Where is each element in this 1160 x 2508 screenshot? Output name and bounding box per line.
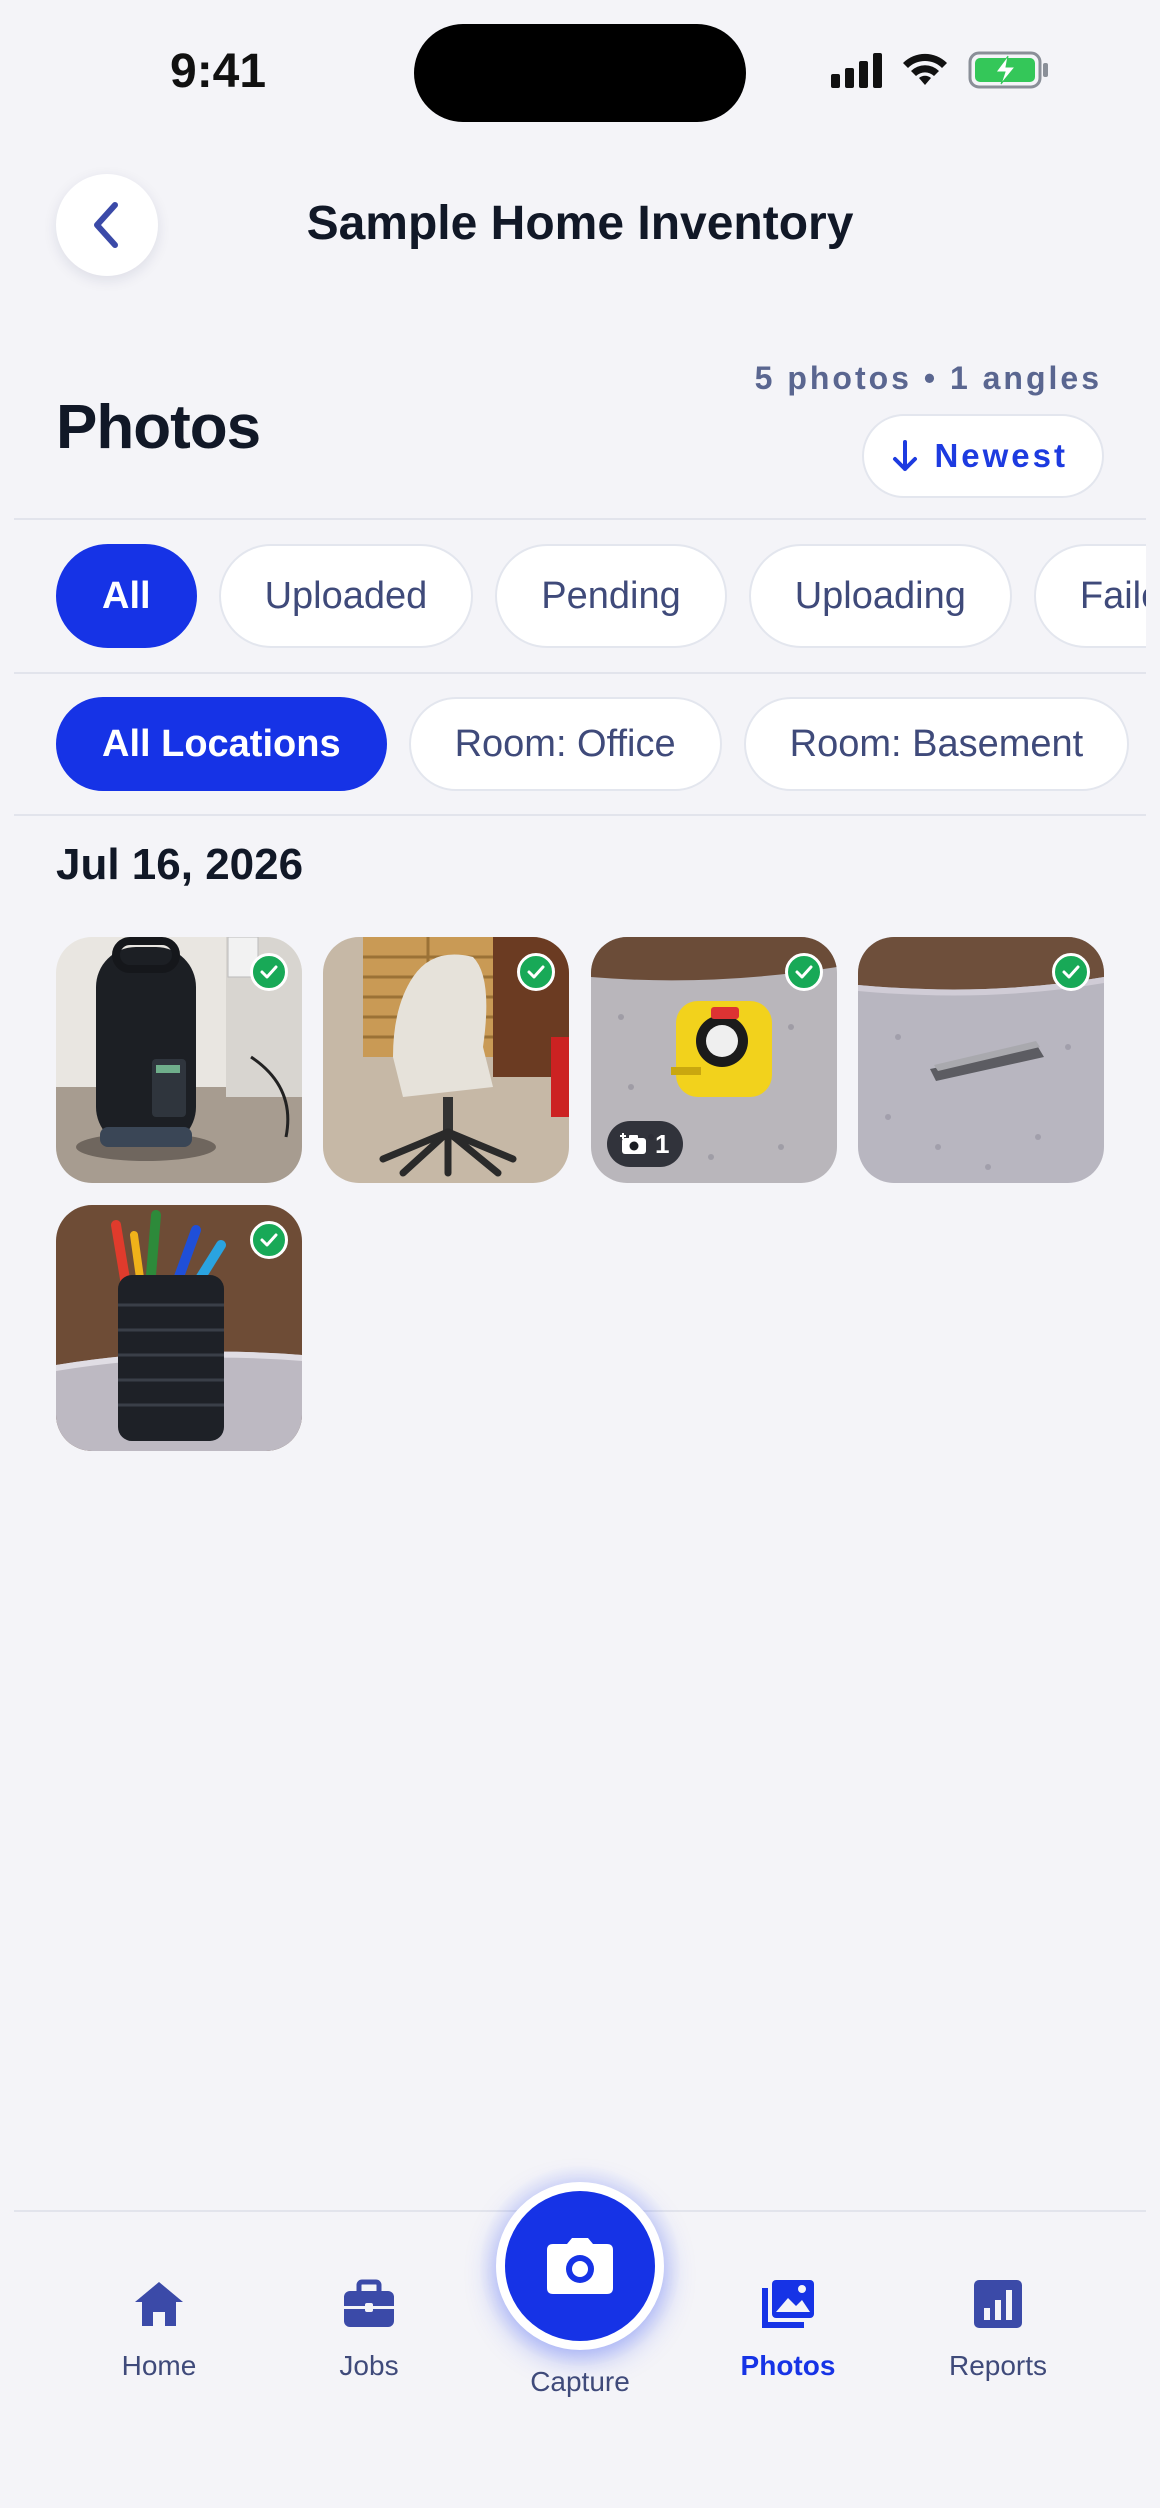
sort-label: Newest [934, 437, 1068, 474]
divider [14, 814, 1146, 816]
filter-chip-uploaded[interactable]: Uploaded [218, 544, 474, 648]
photo-thumbnail-heater[interactable] [56, 937, 302, 1183]
tab-jobs[interactable]: Jobs [279, 2278, 459, 2382]
photo-thumbnail-chair[interactable] [323, 937, 569, 1183]
divider [14, 518, 1146, 520]
tab-home-label: Home [121, 2350, 197, 2381]
photo-thumbnail-pen-holder[interactable] [56, 1205, 302, 1451]
uploaded-check-icon [250, 953, 288, 991]
uploaded-check-icon [517, 953, 555, 991]
chart-icon [974, 2280, 1022, 2328]
wifi-icon [903, 53, 947, 85]
uploaded-check-icon [250, 1221, 288, 1259]
tab-home[interactable]: Home [69, 2278, 249, 2382]
briefcase-icon [344, 2279, 394, 2327]
photo-thumbnail-nail-clipper[interactable] [858, 937, 1104, 1183]
location-chip-office[interactable]: Room: Office [408, 697, 722, 791]
tab-reports[interactable]: Reports [908, 2278, 1088, 2382]
status-filter-bar[interactable]: All Uploaded Pending Uploading Failed [0, 544, 1146, 648]
camera-icon [547, 2238, 613, 2294]
filter-chip-failed[interactable]: Failed [1033, 544, 1146, 648]
angles-count: 1 [655, 1128, 670, 1159]
dynamic-island [414, 24, 746, 122]
location-filter-bar[interactable]: All Locations Room: Office Room: Basemen… [0, 697, 1146, 791]
status-time: 9:41 [170, 45, 267, 98]
angles-badge: 1 [607, 1121, 684, 1167]
uploaded-check-icon [1052, 953, 1090, 991]
cellular-signal-icon [831, 52, 882, 88]
status-icons [831, 50, 1050, 90]
tab-photos[interactable]: Photos [698, 2278, 878, 2382]
camera-plus-icon [620, 1133, 646, 1154]
tab-jobs-label: Jobs [339, 2350, 399, 2381]
photos-icon [762, 2280, 814, 2328]
photo-stats: 5 photos • 1 angles [754, 360, 1102, 396]
tab-capture-label[interactable]: Capture [480, 2366, 680, 2398]
tab-photos-label: Photos [740, 2350, 836, 2381]
photo-thumbnail-tape-measure[interactable]: 1 [591, 937, 837, 1183]
filter-chip-all[interactable]: All [56, 544, 197, 648]
battery-charging-icon [968, 51, 1048, 89]
location-chip-all[interactable]: All Locations [56, 697, 387, 791]
filter-chip-pending[interactable]: Pending [495, 544, 727, 648]
header-title: Sample Home Inventory [306, 197, 854, 250]
divider [14, 672, 1146, 674]
uploaded-check-icon [785, 953, 823, 991]
date-heading: Jul 16, 2026 [56, 840, 304, 889]
home-icon [135, 2282, 183, 2326]
page-title: Photos [56, 393, 261, 462]
arrow-down-icon [893, 440, 918, 471]
tab-reports-label: Reports [948, 2350, 1048, 2381]
capture-button[interactable] [496, 2182, 664, 2350]
status-bar: 9:41 [0, 0, 1160, 140]
location-chip-basement[interactable]: Room: Basement [743, 697, 1130, 791]
filter-chip-uploading[interactable]: Uploading [748, 544, 1012, 648]
sort-button[interactable]: Newest [862, 414, 1104, 498]
